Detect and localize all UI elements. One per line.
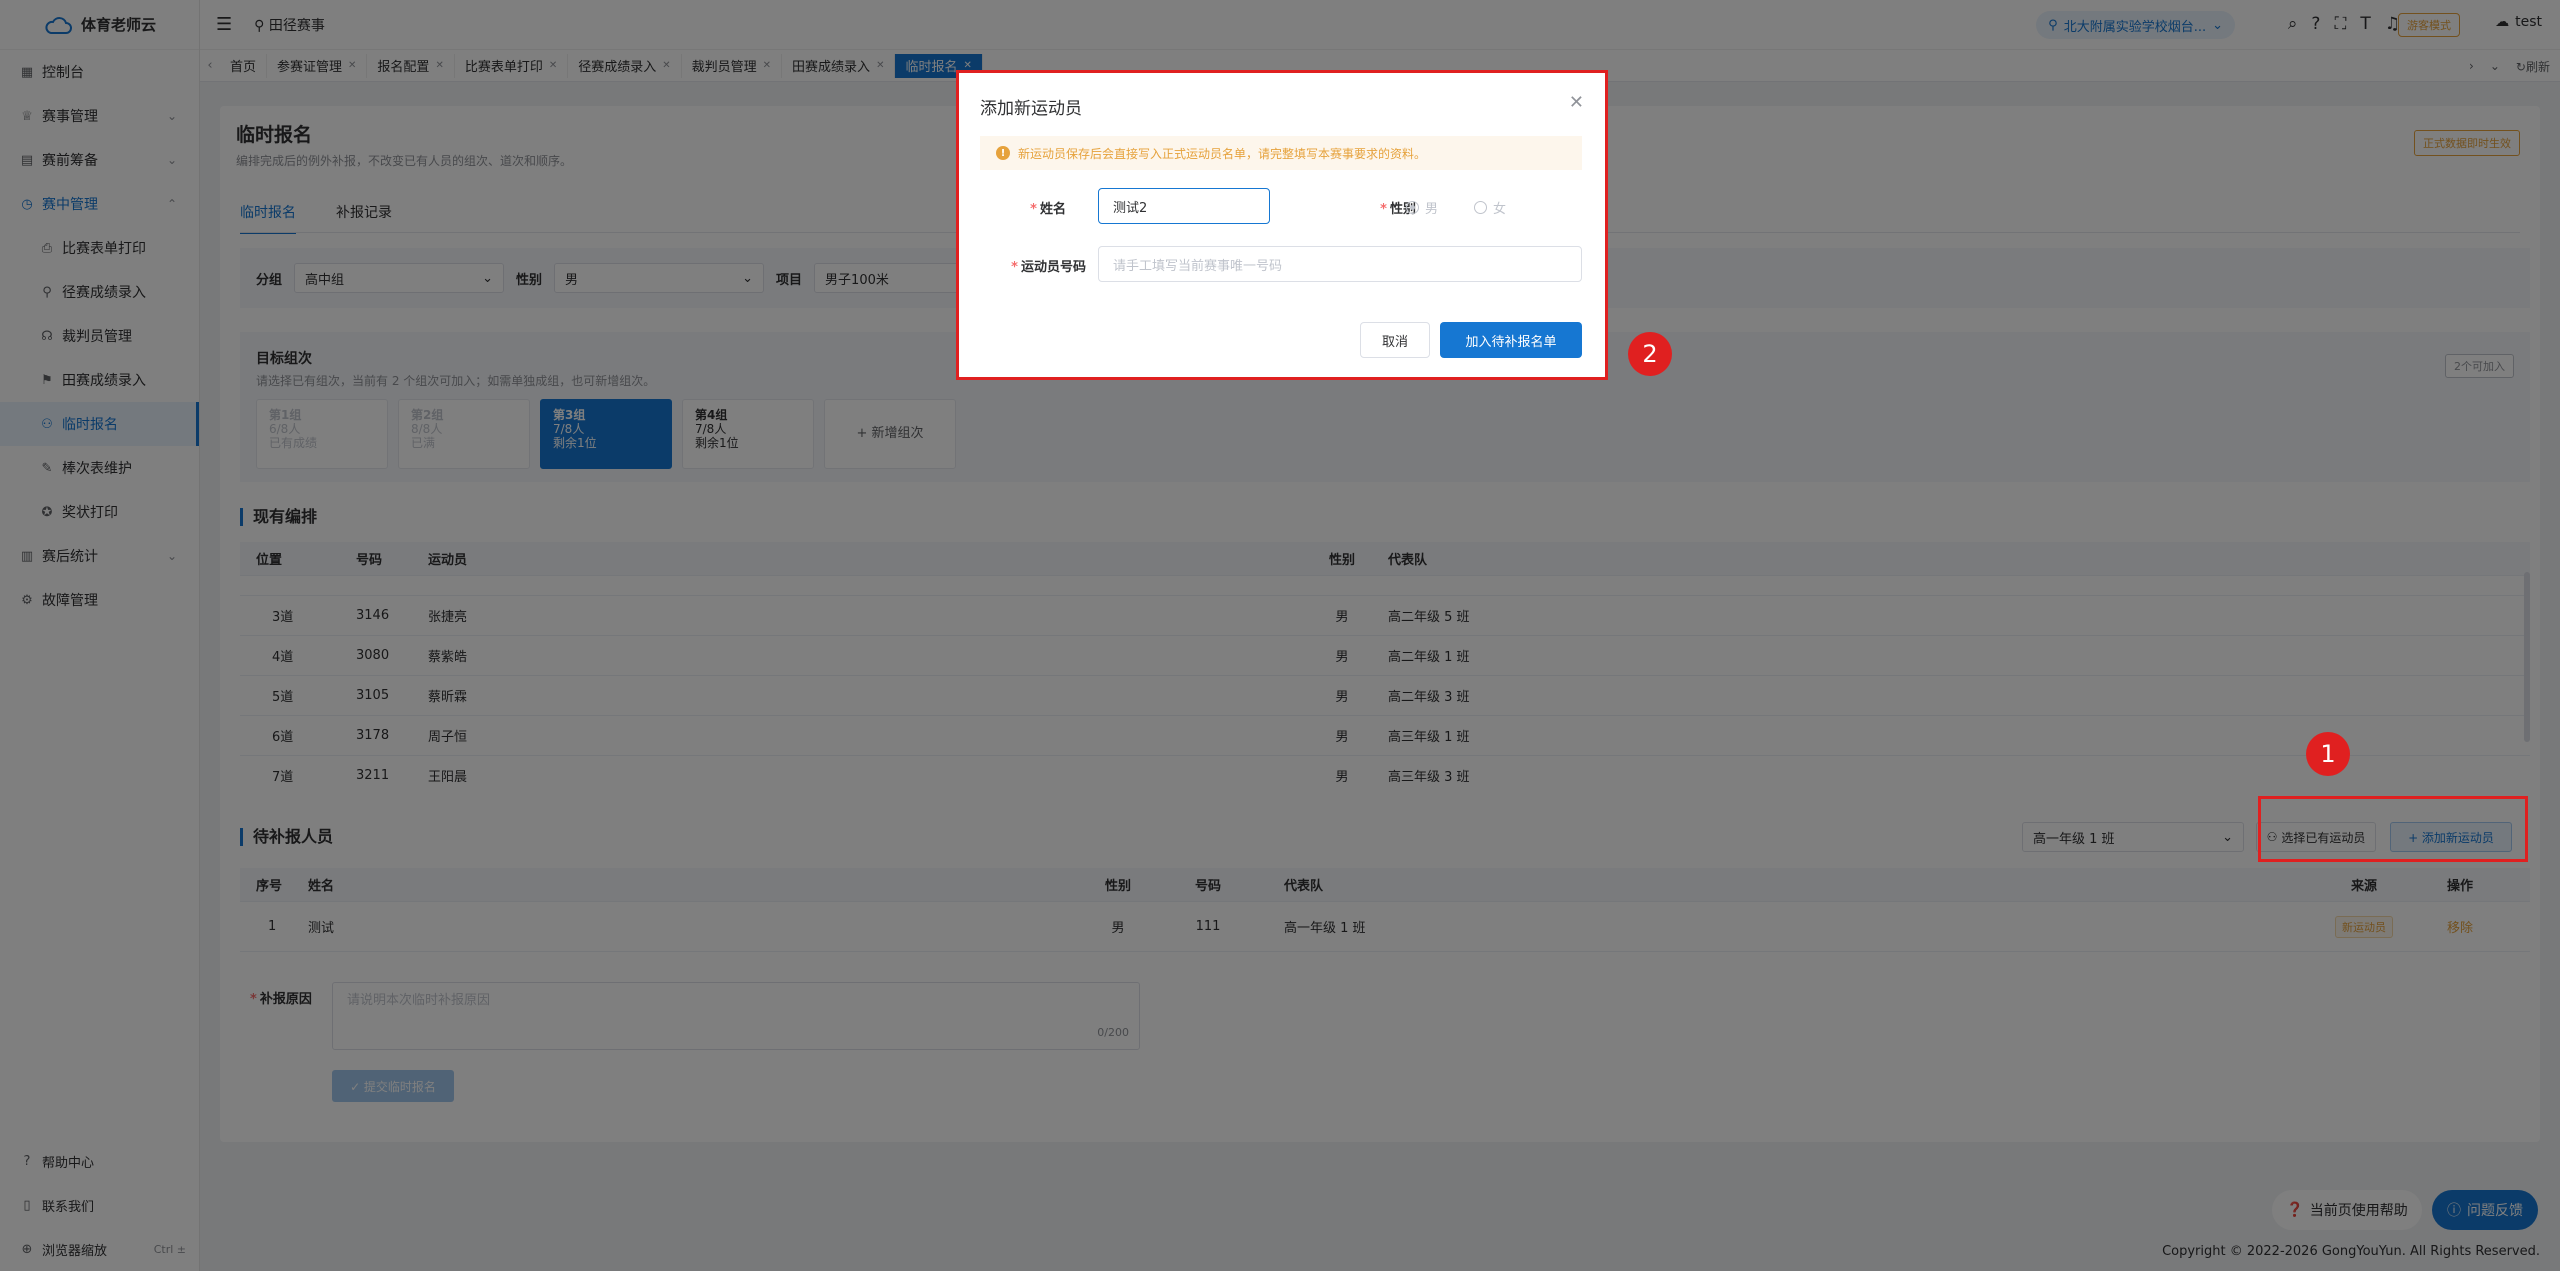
- highlight-box-dialog: [956, 70, 1608, 380]
- highlight-box-buttons: [2258, 796, 2528, 862]
- app-root: 体育老师云 ▦控制台 ♕赛事管理⌄ ▤赛前筹备⌄ ◷赛中管理⌃ ⎙比赛表单打印 …: [0, 0, 2560, 1271]
- annotation-badge-1: 1: [2306, 732, 2350, 776]
- annotation-badge-2: 2: [1628, 332, 1672, 376]
